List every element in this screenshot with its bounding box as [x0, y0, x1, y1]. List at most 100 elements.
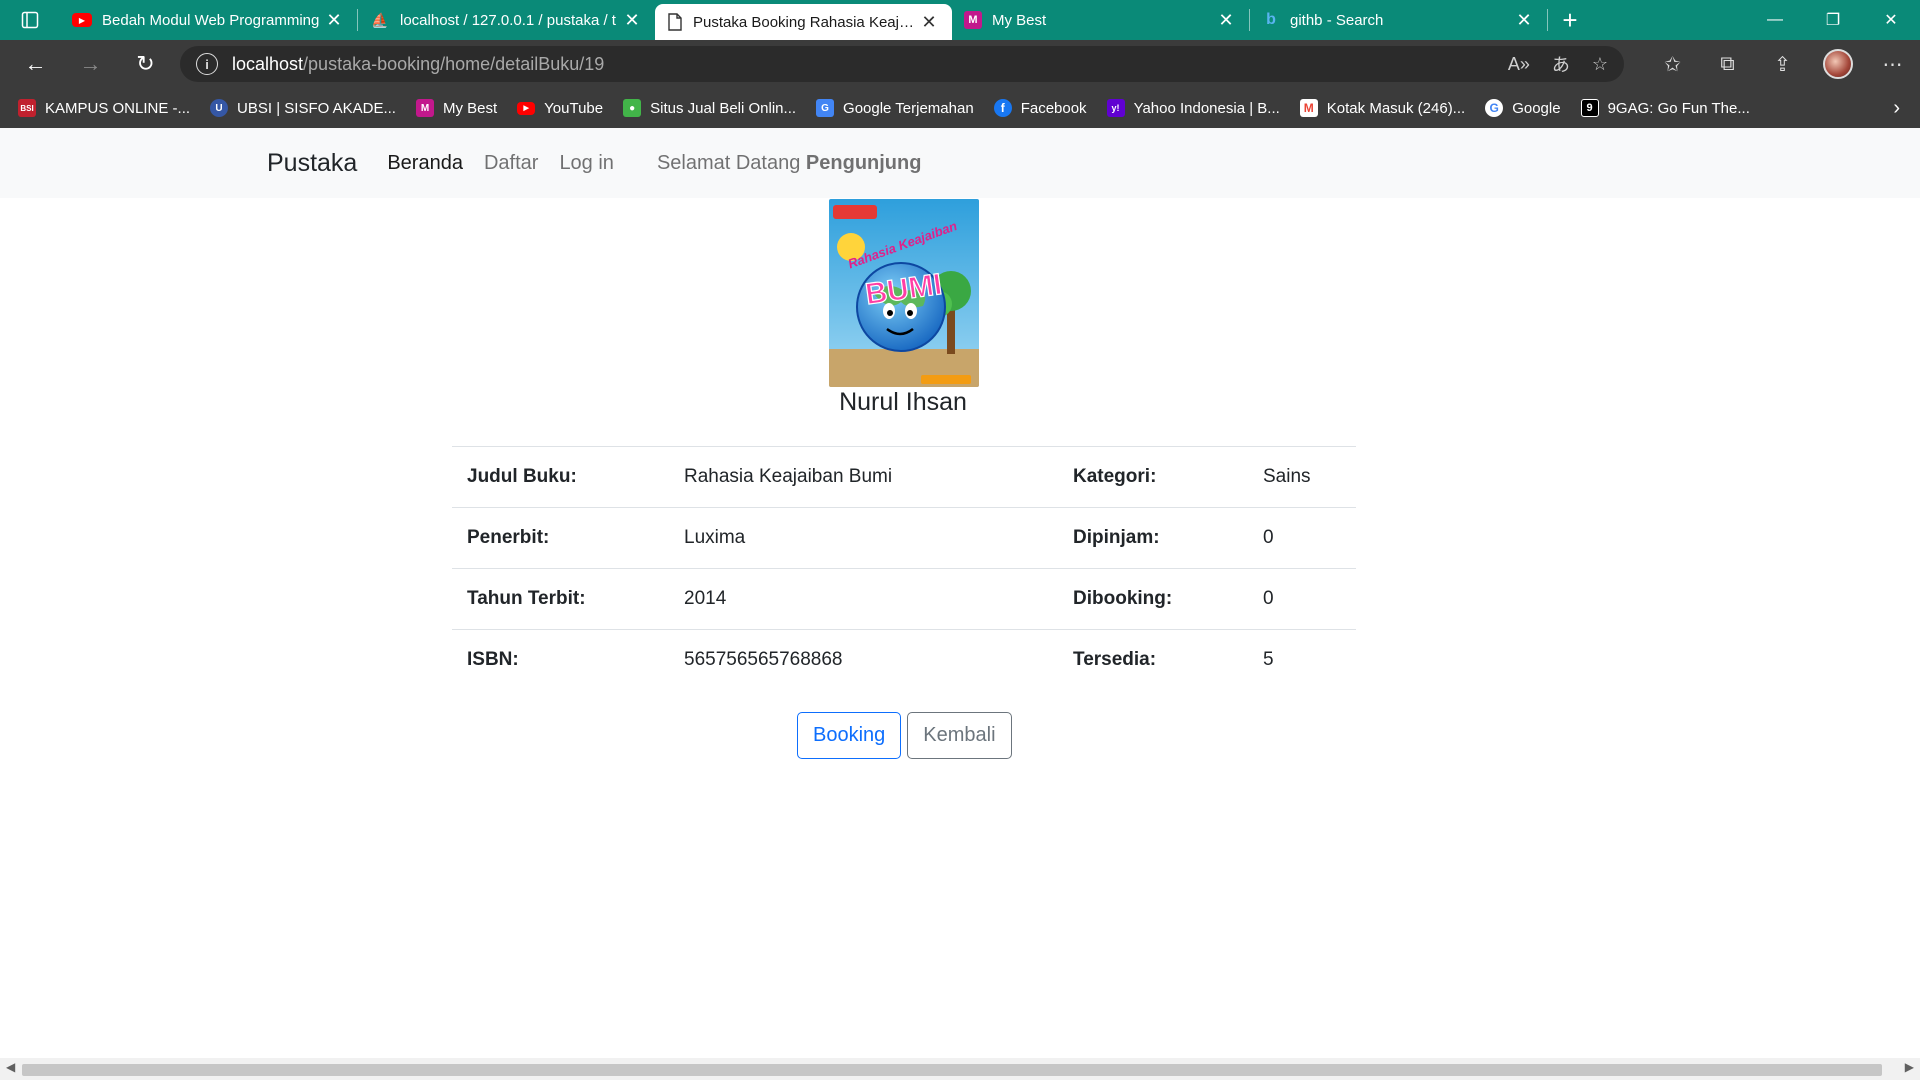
- yahoo-icon: y!: [1106, 99, 1125, 117]
- label-tersedia: Tersedia:: [1058, 629, 1248, 691]
- refresh-icon: ↻: [136, 51, 155, 76]
- bookmarks-bar: BSI KAMPUS ONLINE -... U UBSI | SISFO AKAD…: [0, 88, 1920, 128]
- new-tab-button[interactable]: +: [1548, 0, 1592, 40]
- share-icon: ⇪: [1774, 53, 1791, 76]
- greeting-text: Selamat Datang Pengunjung: [657, 152, 922, 175]
- gmail-icon: M: [1299, 99, 1318, 117]
- tab-1[interactable]: ⛵ localhost / 127.0.0.1 / pustaka / t ✕: [358, 0, 655, 40]
- table-row: Judul Buku: Rahasia Keajaiban Bumi Kateg…: [452, 446, 1356, 508]
- google-translate-icon: G: [816, 99, 835, 117]
- horizontal-scrollbar[interactable]: ◀ ▶: [0, 1058, 1920, 1080]
- share-button[interactable]: ⇪: [1755, 40, 1810, 88]
- tab-actions-icon: [21, 11, 39, 29]
- profile-button[interactable]: [1810, 40, 1865, 88]
- close-window-button[interactable]: ✕: [1862, 0, 1920, 40]
- add-favorite-icon[interactable]: ☆: [1592, 54, 1608, 75]
- value-kategori: Sains: [1248, 446, 1356, 508]
- scrollbar-thumb[interactable]: [22, 1064, 1882, 1076]
- url-actions: A» あ ☆: [1508, 46, 1608, 82]
- close-icon[interactable]: ✕: [621, 10, 643, 31]
- table-row: ISBN: 565756565768868 Tersedia: 5: [452, 629, 1356, 691]
- close-icon[interactable]: ✕: [323, 10, 345, 31]
- kembali-button[interactable]: Kembali: [907, 712, 1012, 759]
- bookmark-7[interactable]: y! Yahoo Indonesia | B...: [1106, 99, 1280, 117]
- bookmark-3[interactable]: ▶ YouTube: [517, 100, 603, 117]
- tab-3[interactable]: M My Best ✕: [952, 0, 1249, 40]
- value-tahun-terbit: 2014: [669, 568, 1058, 630]
- close-icon[interactable]: ✕: [1215, 10, 1237, 31]
- url-input[interactable]: i localhost/pustaka-booking/home/detailB…: [180, 46, 1624, 82]
- restore-button[interactable]: ❐: [1804, 0, 1862, 40]
- booking-button[interactable]: Booking: [797, 712, 902, 759]
- collections-button[interactable]: ⧉: [1700, 40, 1755, 88]
- value-penerbit: Luxima: [669, 507, 1058, 569]
- label-judul: Judul Buku:: [452, 446, 669, 508]
- bookmark-label: Yahoo Indonesia | B...: [1133, 99, 1280, 117]
- tab-2-active[interactable]: Pustaka Booking Rahasia Keajaib ✕: [655, 4, 952, 40]
- bookmark-1[interactable]: U UBSI | SISFO AKADE...: [210, 99, 396, 117]
- translate-icon[interactable]: あ: [1552, 51, 1570, 77]
- tab-0[interactable]: ▶ Bedah Modul Web Programming ✕: [60, 0, 357, 40]
- label-kategori: Kategori:: [1058, 446, 1248, 508]
- browser-tab-strip: ▶ Bedah Modul Web Programming ✕ ⛵ localh…: [0, 0, 1920, 40]
- close-icon[interactable]: ✕: [1513, 10, 1535, 31]
- label-tahun-terbit: Tahun Terbit:: [452, 568, 669, 630]
- nav-link-daftar[interactable]: Daftar: [484, 152, 538, 175]
- tab-4[interactable]: b githb - Search ✕: [1250, 0, 1547, 40]
- tab-title: Pustaka Booking Rahasia Keajaib: [693, 13, 918, 31]
- tokopedia-icon: ●: [623, 99, 642, 117]
- brand-link[interactable]: Pustaka: [267, 149, 357, 178]
- arrow-left-icon: ←: [24, 51, 47, 76]
- bookmark-label: Facebook: [1020, 99, 1087, 117]
- collections-icon: ⧉: [1720, 52, 1735, 75]
- scroll-left-icon[interactable]: ◀: [6, 1060, 15, 1074]
- more-button[interactable]: ⋯: [1865, 40, 1920, 88]
- restore-icon: ❐: [1825, 12, 1841, 29]
- facebook-icon: f: [993, 99, 1012, 117]
- mybest-icon: M: [964, 11, 982, 29]
- tab-title: My Best: [992, 11, 1047, 29]
- minimize-button[interactable]: —: [1746, 0, 1804, 40]
- back-button[interactable]: ←: [8, 40, 63, 88]
- favorites-button[interactable]: ✩: [1645, 40, 1700, 88]
- bookmark-6[interactable]: f Facebook: [993, 99, 1087, 117]
- bookmark-4[interactable]: ● Situs Jual Beli Onlin...: [623, 99, 796, 117]
- book-cover-illustration: Rahasia Keajaiban BUMI: [829, 199, 979, 387]
- action-buttons: Booking Kembali: [797, 712, 1012, 759]
- scroll-right-icon[interactable]: ▶: [1905, 1060, 1914, 1074]
- forward-button[interactable]: →: [63, 40, 118, 88]
- close-icon[interactable]: ✕: [918, 12, 940, 33]
- value-isbn: 565756565768868: [669, 629, 1058, 691]
- phpmyadmin-icon: ⛵: [371, 11, 389, 28]
- refresh-button[interactable]: ↻: [118, 40, 173, 88]
- nav-link-login[interactable]: Log in: [559, 152, 614, 175]
- page-icon: [668, 13, 682, 31]
- arrow-right-icon: →: [79, 51, 102, 76]
- value-dibooking: 0: [1248, 568, 1356, 630]
- bookmark-0[interactable]: BSI KAMPUS ONLINE -...: [18, 99, 190, 117]
- chevron-right-icon: ›: [1893, 96, 1900, 119]
- bookmark-5[interactable]: G Google Terjemahan: [816, 99, 974, 117]
- bing-icon: b: [1266, 11, 1276, 28]
- value-tersedia: 5: [1248, 629, 1356, 691]
- bookmark-label: Google: [1512, 99, 1561, 117]
- bookmarks-more-button[interactable]: ›: [1893, 88, 1900, 128]
- favorites-icon: ✩: [1664, 53, 1681, 76]
- bookmark-10[interactable]: 9 9GAG: Go Fun The...: [1580, 99, 1750, 117]
- book-author: Nurul Ihsan: [839, 388, 967, 416]
- bookmark-label: Situs Jual Beli Onlin...: [650, 99, 797, 117]
- book-detail-table: Judul Buku: Rahasia Keajaiban Bumi Kateg…: [452, 446, 1356, 691]
- visitor-name: Pengunjung: [805, 151, 922, 174]
- book-cover-image: Rahasia Keajaiban BUMI: [829, 199, 979, 387]
- nav-link-beranda[interactable]: Beranda: [387, 152, 463, 175]
- bookmark-2[interactable]: M My Best: [415, 99, 497, 117]
- value-judul: Rahasia Keajaiban Bumi: [669, 446, 1058, 508]
- 9gag-icon: 9: [1580, 99, 1599, 117]
- read-aloud-icon[interactable]: A»: [1508, 54, 1530, 75]
- site-info-icon[interactable]: i: [196, 53, 218, 75]
- bookmark-label: UBSI | SISFO AKADE...: [237, 99, 396, 117]
- bookmark-label: KAMPUS ONLINE -...: [45, 99, 191, 117]
- tab-actions-button[interactable]: [0, 0, 60, 40]
- bookmark-9[interactable]: G Google: [1485, 99, 1561, 117]
- bookmark-8[interactable]: M Kotak Masuk (246)...: [1299, 99, 1465, 117]
